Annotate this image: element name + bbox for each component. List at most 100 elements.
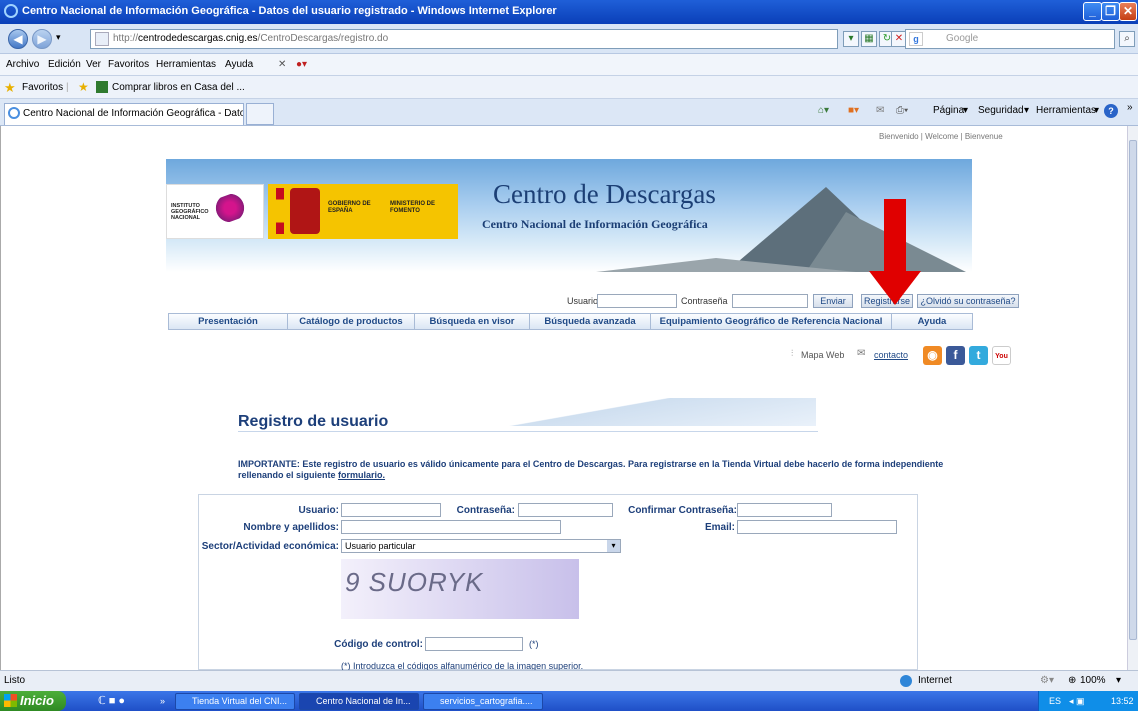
usuario-label: Usuario: xyxy=(298,505,339,516)
window-title: Centro Nacional de Información Geográfic… xyxy=(22,5,557,17)
form-link[interactable]: formulario. xyxy=(338,470,385,480)
search-input[interactable]: g Google xyxy=(905,29,1115,49)
sitemap-icon: ⫶ xyxy=(791,348,794,358)
url-prefix: http:// xyxy=(113,33,139,44)
zoom-level[interactable]: 100% xyxy=(1080,671,1106,691)
feeds-icon[interactable]: ■▾ xyxy=(848,105,859,116)
nav-presentacion[interactable]: Presentación xyxy=(169,314,287,329)
menu-ver[interactable]: Ver xyxy=(86,54,101,76)
forgot-password-button[interactable]: ¿Olvidó su contraseña? xyxy=(917,294,1019,308)
restore-button[interactable]: ❐ xyxy=(1101,2,1120,21)
new-tab-button[interactable] xyxy=(246,103,274,125)
casadellibro-icon xyxy=(96,81,108,93)
login-user-input[interactable] xyxy=(597,294,677,308)
tray-icons[interactable]: ◂ ▣ xyxy=(1069,691,1085,711)
google-icon: g xyxy=(909,32,923,46)
captcha-text: 9 SUORYK xyxy=(345,567,484,597)
login-password-input[interactable] xyxy=(732,294,808,308)
favorites-button[interactable]: Favoritos xyxy=(22,76,63,99)
page-content: Bienvenido | Welcome | Bienvenue INSTITU… xyxy=(0,126,1127,670)
quicklaunch-icons[interactable]: ℂ ■ ● xyxy=(98,691,125,711)
nav-equipamiento[interactable]: Equipamiento Geográfico de Referencia Na… xyxy=(651,314,891,329)
welcome-text: Bienvenido | Welcome | Bienvenue xyxy=(879,132,1003,141)
menu-archivo[interactable]: Archivo xyxy=(6,54,39,76)
language-indicator[interactable]: ES xyxy=(1049,691,1061,711)
page-menu[interactable]: Página xyxy=(933,105,964,116)
start-button[interactable]: Inicio xyxy=(0,691,66,711)
vertical-scrollbar[interactable] xyxy=(1127,126,1138,670)
compatibility-icon[interactable]: ▦ xyxy=(861,31,877,47)
history-dropdown-icon[interactable]: ▾ xyxy=(56,32,61,43)
captcha-image: 9 SUORYK xyxy=(341,559,579,619)
search-placeholder: Google xyxy=(946,33,979,44)
taskbar-item-centro[interactable]: Centro Nacional de In... xyxy=(299,693,419,710)
forward-button[interactable]: ▶ xyxy=(32,29,52,49)
twitter-icon[interactable]: t xyxy=(969,346,988,365)
address-input[interactable]: http://centrodedescargas.cnig.es/CentroD… xyxy=(90,29,838,49)
security-menu[interactable]: Seguridad xyxy=(978,105,1024,116)
rss-icon[interactable]: ◉ xyxy=(923,346,942,365)
nombre-input[interactable] xyxy=(341,520,561,534)
confirmar-label: Confirmar Contraseña: xyxy=(628,505,737,516)
nav-catalogo[interactable]: Catálogo de productos xyxy=(288,314,414,329)
protected-mode-icon[interactable]: ⚙▾ xyxy=(1040,671,1054,691)
dropdown-icon[interactable]: ▾ xyxy=(843,31,859,47)
system-tray: ES ◂ ▣ 13:52 xyxy=(1038,691,1138,711)
tools-menu[interactable]: Herramientas xyxy=(1036,105,1096,116)
more-icon[interactable]: » xyxy=(1127,102,1133,113)
windows-logo-icon xyxy=(4,694,17,707)
nav-busqueda-avanzada[interactable]: Búsqueda avanzada xyxy=(530,314,650,329)
add-favorite-icon[interactable]: ★ xyxy=(78,76,89,99)
zoom-icon: ⊕ xyxy=(1068,675,1077,686)
scrollbar-thumb[interactable] xyxy=(1129,140,1137,640)
menu-bar: Archivo Edición Ver Favoritos Herramient… xyxy=(0,54,1138,76)
codigo-input[interactable] xyxy=(425,637,523,651)
nav-ayuda[interactable]: Ayuda xyxy=(892,314,972,329)
addon-icon[interactable]: ●▾ xyxy=(296,54,307,76)
important-notice: IMPORTANTE: Este registro de usuario es … xyxy=(238,459,968,481)
send-button[interactable]: Enviar xyxy=(813,294,853,308)
minimize-button[interactable]: _ xyxy=(1083,2,1102,21)
print-icon[interactable]: ⎙▾ xyxy=(896,105,908,116)
confirmar-input[interactable] xyxy=(737,503,832,517)
menu-edicion[interactable]: Edición xyxy=(48,54,81,76)
banner-title: Centro de Descargas xyxy=(493,179,716,209)
menu-ayuda[interactable]: Ayuda xyxy=(225,54,253,76)
close-toolbar-icon[interactable]: ✕ xyxy=(278,54,286,76)
important-label: IMPORTANTE: xyxy=(238,459,300,469)
youtube-icon[interactable]: You xyxy=(992,346,1011,365)
banner-subtitle: Centro Nacional de Información Geográfic… xyxy=(482,217,708,231)
mail-icon[interactable]: ✉ xyxy=(876,105,884,116)
ign-logo: INSTITUTO GEOGRÁFICO NACIONAL xyxy=(166,184,264,239)
menu-herramientas[interactable]: Herramientas xyxy=(156,54,216,76)
sector-select[interactable]: Usuario particular ▾ xyxy=(341,539,621,553)
usuario-input[interactable] xyxy=(341,503,441,517)
nav-busqueda-visor[interactable]: Búsqueda en visor xyxy=(415,314,529,329)
menu-favoritos[interactable]: Favoritos xyxy=(108,54,149,76)
sitemap-link[interactable]: Mapa Web xyxy=(801,350,844,360)
main-nav: Presentación Catálogo de productos Búsqu… xyxy=(168,313,973,330)
star-icon: ★ xyxy=(4,80,16,95)
ign-logo-mark xyxy=(211,190,249,226)
tab-active[interactable]: Centro Nacional de Información Geográfic… xyxy=(4,103,244,125)
email-label: Email: xyxy=(704,522,735,533)
mountain-image xyxy=(596,258,856,272)
tab-bar: Centro Nacional de Información Geográfic… xyxy=(0,99,1138,126)
mail-icon: ✉ xyxy=(857,348,866,359)
nombre-label: Nombre y apellidos: xyxy=(243,522,339,533)
help-icon[interactable]: ? xyxy=(1104,104,1118,118)
favorite-link[interactable]: Comprar libros en Casa del ... xyxy=(112,76,245,99)
facebook-icon[interactable]: f xyxy=(946,346,965,365)
back-button[interactable]: ◀ xyxy=(8,29,28,49)
close-button[interactable]: ✕ xyxy=(1119,2,1137,21)
chevron-down-icon[interactable]: ▾ xyxy=(607,540,620,552)
flag-icon xyxy=(276,188,284,234)
home-icon[interactable]: ⌂▾ xyxy=(818,105,829,116)
taskbar-item-servicios[interactable]: servicios_cartografia.... xyxy=(423,693,543,710)
contact-link[interactable]: contacto xyxy=(874,350,908,360)
email-input[interactable] xyxy=(737,520,897,534)
contrasena-input[interactable] xyxy=(518,503,613,517)
zoom-dropdown-icon[interactable]: ▾ xyxy=(1116,671,1121,691)
search-icon[interactable]: ⌕ xyxy=(1119,31,1135,47)
taskbar-item-tienda[interactable]: Tienda Virtual del CNI... xyxy=(175,693,295,710)
